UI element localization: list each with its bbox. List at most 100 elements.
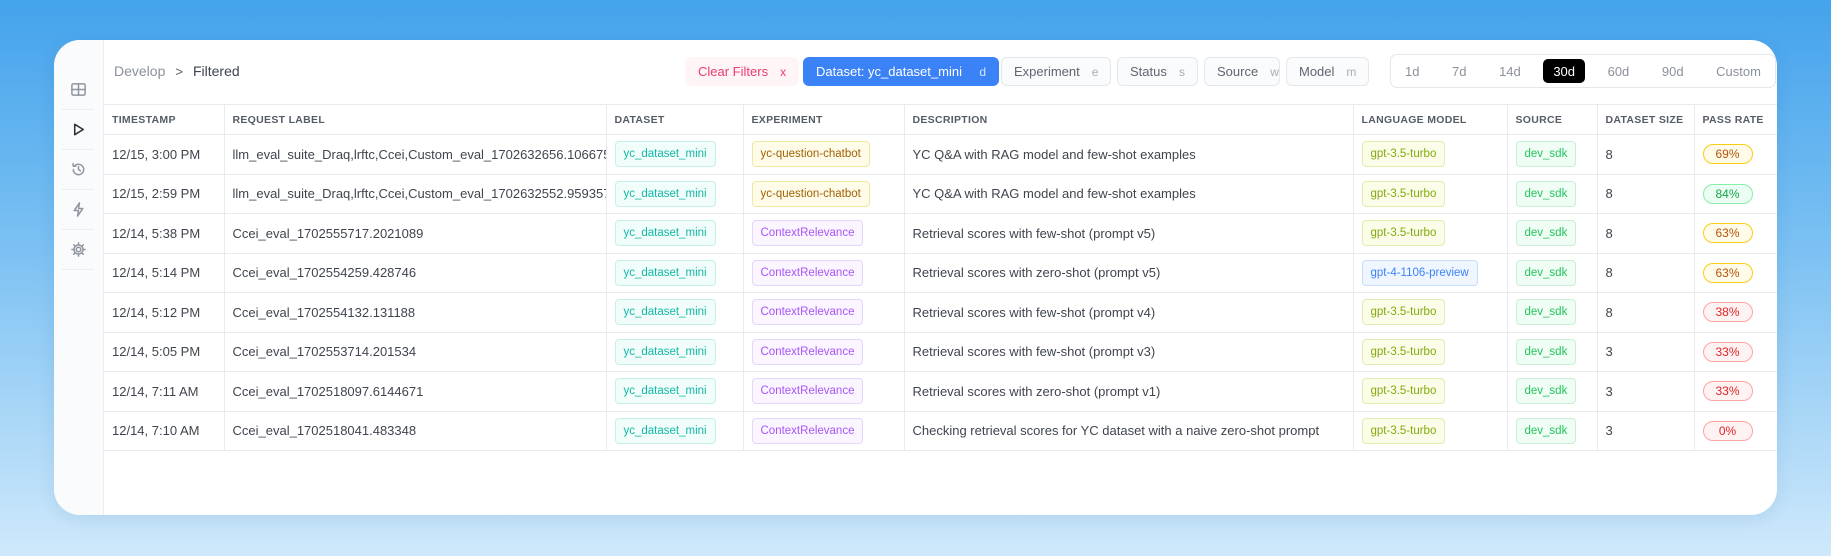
range-option-1d[interactable]: 1d <box>1395 59 1429 83</box>
pass-rate-badge: 38% <box>1702 302 1753 323</box>
model-tag[interactable]: gpt-3.5-turbo <box>1361 338 1446 365</box>
sidebar-item-dashboard[interactable] <box>62 70 94 110</box>
range-option-60d[interactable]: 60d <box>1598 59 1640 83</box>
pass-rate-badge: 63% <box>1702 223 1753 244</box>
cell-timestamp: 12/14, 7:10 AM <box>104 411 225 451</box>
model-tag[interactable]: gpt-3.5-turbo <box>1361 220 1446 247</box>
cell-request-label[interactable]: llm_eval_suite_Draq,lrftc,Ccei,Custom_ev… <box>224 174 607 214</box>
clear-filters-shortcut: x <box>780 64 787 79</box>
dataset-tag[interactable]: yc_dataset_mini <box>614 299 716 326</box>
model-filter-shortcut: m <box>1346 64 1357 79</box>
source-tag[interactable]: dev_sdk <box>1515 141 1577 168</box>
history-icon <box>71 162 84 176</box>
experiment-tag[interactable]: ContextRelevance <box>751 220 864 247</box>
breadcrumb-root[interactable]: Develop <box>114 63 165 79</box>
column-header-pass-rate[interactable]: PASS RATE <box>1694 104 1777 135</box>
column-header-dataset-size[interactable]: DATASET SIZE <box>1597 104 1695 135</box>
table-row[interactable]: 12/14, 5:38 PM Ccei_eval_1702555717.20210… <box>104 213 1777 254</box>
table-row[interactable]: 12/15, 2:59 PM llm_eval_suite_Draq,lrftc,… <box>104 174 1777 214</box>
dataset-tag[interactable]: yc_dataset_mini <box>614 141 716 168</box>
dataset-tag[interactable]: yc_dataset_mini <box>614 180 716 207</box>
column-header-request-label[interactable]: REQUEST LABEL <box>224 104 607 135</box>
model-tag[interactable]: gpt-3.5-turbo <box>1361 141 1446 168</box>
cell-language-model: gpt-4-1106-preview <box>1353 253 1508 293</box>
model-tag[interactable]: gpt-3.5-turbo <box>1361 180 1446 207</box>
cell-dataset-size: 8 <box>1597 134 1695 175</box>
status-filter-button[interactable]: Status s <box>1117 57 1198 86</box>
dataset-tag[interactable]: yc_dataset_mini <box>614 417 716 444</box>
sidebar-item-history[interactable] <box>62 150 94 190</box>
source-tag[interactable]: dev_sdk <box>1515 259 1577 286</box>
range-option-14d[interactable]: 14d <box>1489 59 1531 83</box>
range-option-90d[interactable]: 90d <box>1652 59 1694 83</box>
experiment-tag[interactable]: ContextRelevance <box>751 378 864 405</box>
cell-pass-rate: 38% <box>1694 292 1777 333</box>
source-tag[interactable]: dev_sdk <box>1515 378 1577 405</box>
model-tag[interactable]: gpt-4-1106-preview <box>1361 259 1478 286</box>
cell-request-label[interactable]: Ccei_eval_1702553714.201534 <box>224 332 607 372</box>
dataset-tag[interactable]: yc_dataset_mini <box>614 338 716 365</box>
source-tag[interactable]: dev_sdk <box>1515 299 1577 326</box>
experiment-tag[interactable]: ContextRelevance <box>751 338 864 365</box>
cell-dataset: yc_dataset_mini <box>606 134 744 175</box>
cell-request-label[interactable]: llm_eval_suite_Draq,lrftc,Ccei,Custom_ev… <box>224 134 607 175</box>
experiment-tag[interactable]: ContextRelevance <box>751 299 864 326</box>
table-row[interactable]: 12/14, 5:12 PM Ccei_eval_1702554132.13118… <box>104 292 1777 333</box>
dataset-tag[interactable]: yc_dataset_mini <box>614 259 716 286</box>
sidebar-item-runs[interactable] <box>62 110 94 150</box>
cell-request-label[interactable]: Ccei_eval_1702518097.6144671 <box>224 371 607 412</box>
cell-source: dev_sdk <box>1507 253 1598 293</box>
source-tag[interactable]: dev_sdk <box>1515 180 1577 207</box>
column-header-experiment[interactable]: EXPERIMENT <box>743 104 905 135</box>
cell-pass-rate: 63% <box>1694 213 1777 254</box>
sidebar-item-settings[interactable] <box>62 230 94 270</box>
sidebar-item-triggers[interactable] <box>62 190 94 230</box>
cell-pass-rate: 33% <box>1694 371 1777 412</box>
dataset-tag[interactable]: yc_dataset_mini <box>614 220 716 247</box>
cell-timestamp: 12/14, 5:14 PM <box>104 253 225 293</box>
experiment-filter-button[interactable]: Experiment e <box>1001 57 1111 86</box>
cell-language-model: gpt-3.5-turbo <box>1353 411 1508 451</box>
model-tag[interactable]: gpt-3.5-turbo <box>1361 299 1446 326</box>
source-filter-button[interactable]: Source w <box>1204 57 1280 86</box>
cell-request-label[interactable]: Ccei_eval_1702555717.2021089 <box>224 213 607 254</box>
clear-filters-button[interactable]: Clear Filters x <box>685 57 800 86</box>
experiment-tag[interactable]: yc-question-chatbot <box>751 141 870 168</box>
experiment-filter-shortcut: e <box>1091 64 1099 79</box>
experiment-tag[interactable]: yc-question-chatbot <box>751 180 870 207</box>
column-header-language-model[interactable]: LANGUAGE MODEL <box>1353 104 1508 135</box>
cell-source: dev_sdk <box>1507 174 1598 214</box>
experiment-tag[interactable]: ContextRelevance <box>751 259 864 286</box>
cell-request-label[interactable]: Ccei_eval_1702554259.428746 <box>224 253 607 293</box>
cell-request-label[interactable]: Ccei_eval_1702518041.483348 <box>224 411 607 451</box>
table-row[interactable]: 12/14, 7:10 AM Ccei_eval_1702518041.48334… <box>104 411 1777 451</box>
column-header-source[interactable]: SOURCE <box>1507 104 1598 135</box>
column-header-timestamp[interactable]: TIMESTAMP <box>104 104 225 135</box>
cell-experiment: ContextRelevance <box>743 253 905 293</box>
cell-experiment: ContextRelevance <box>743 332 905 372</box>
cell-timestamp: 12/15, 2:59 PM <box>104 174 225 214</box>
dataset-filter-button[interactable]: Dataset: yc_dataset_mini d <box>803 57 999 86</box>
column-header-description[interactable]: DESCRIPTION <box>904 104 1354 135</box>
range-option-7d[interactable]: 7d <box>1442 59 1476 83</box>
experiment-tag[interactable]: ContextRelevance <box>751 417 864 444</box>
table-row[interactable]: 12/14, 5:05 PM Ccei_eval_1702553714.20153… <box>104 332 1777 372</box>
table-row[interactable]: 12/14, 5:14 PM Ccei_eval_1702554259.42874… <box>104 253 1777 293</box>
range-option-30d[interactable]: 30d <box>1543 59 1586 83</box>
model-tag[interactable]: gpt-3.5-turbo <box>1361 378 1446 405</box>
table-header-row: TIMESTAMP REQUEST LABEL DATASET EXPERIME… <box>104 104 1777 135</box>
table-row[interactable]: 12/15, 3:00 PM llm_eval_suite_Draq,lrftc,… <box>104 134 1777 175</box>
cell-dataset-size: 3 <box>1597 411 1695 451</box>
dataset-tag[interactable]: yc_dataset_mini <box>614 378 716 405</box>
table-row[interactable]: 12/14, 7:11 AM Ccei_eval_1702518097.61446… <box>104 371 1777 412</box>
source-tag[interactable]: dev_sdk <box>1515 417 1577 444</box>
cell-request-label[interactable]: Ccei_eval_1702554132.131188 <box>224 292 607 333</box>
cell-dataset: yc_dataset_mini <box>606 174 744 214</box>
range-option-custom[interactable]: Custom <box>1706 59 1771 83</box>
source-tag[interactable]: dev_sdk <box>1515 338 1577 365</box>
model-filter-button[interactable]: Model m <box>1286 57 1369 86</box>
status-filter-label: Status <box>1130 64 1167 79</box>
model-tag[interactable]: gpt-3.5-turbo <box>1361 417 1446 444</box>
column-header-dataset[interactable]: DATASET <box>606 104 744 135</box>
source-tag[interactable]: dev_sdk <box>1515 220 1577 247</box>
